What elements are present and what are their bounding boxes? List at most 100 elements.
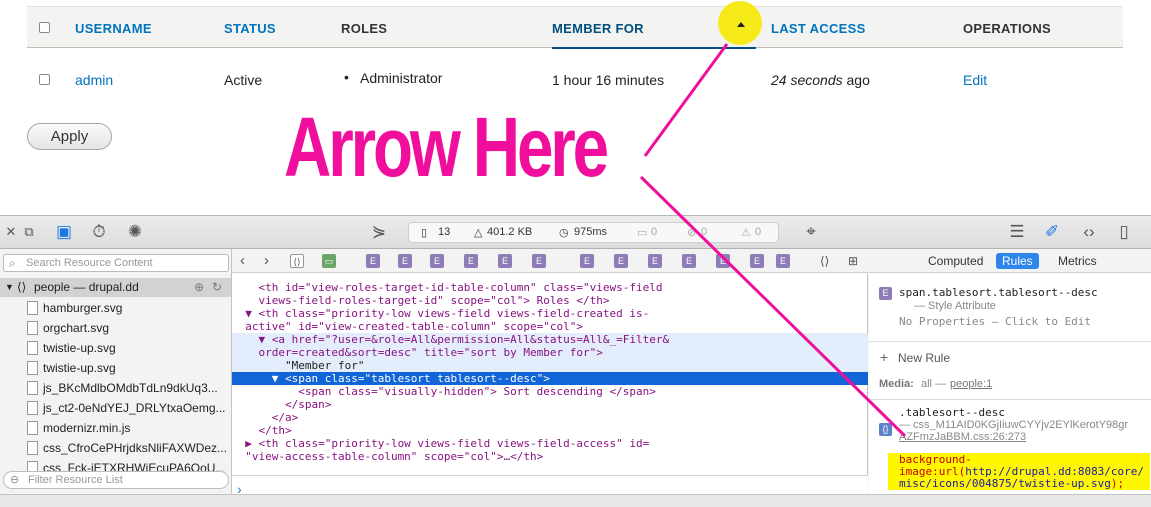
column-header-last-access[interactable]: LAST ACCESS: [771, 21, 866, 36]
dom-node-line[interactable]: active" id="view-created-table-column" s…: [232, 320, 868, 333]
forward-arrow-icon[interactable]: ›: [264, 252, 269, 269]
debugger-icon[interactable]: ✺: [124, 222, 146, 242]
rule-source-line-1[interactable]: — css_M11AID0KGjIiuwCYYjv2EYlKerotY98gr: [899, 419, 1151, 431]
element-crumb-icon[interactable]: E: [532, 254, 546, 268]
sort-descending-icon[interactable]: [737, 22, 745, 27]
dock-icon[interactable]: ⧉: [20, 222, 38, 242]
list-item[interactable]: hamburger.svg: [27, 299, 122, 318]
list-item[interactable]: orgchart.svg: [27, 319, 109, 338]
dom-node-line[interactable]: ▼ <th class="priority-low views-field vi…: [232, 307, 868, 320]
element-crumb-icon[interactable]: E: [648, 254, 662, 268]
element-crumb-icon[interactable]: E: [464, 254, 478, 268]
inspect-element-icon[interactable]: ⌖: [800, 222, 822, 242]
source-toggle-icon[interactable]: ⟨⟩: [820, 254, 829, 268]
dom-node-line[interactable]: </span>: [232, 398, 868, 411]
element-crumb-icon[interactable]: E: [498, 254, 512, 268]
rule-source-line-2[interactable]: AZFmzJaBBM.css:26:273: [899, 431, 1026, 443]
document-icon[interactable]: ▯: [1113, 222, 1135, 242]
back-arrow-icon[interactable]: ‹: [240, 252, 245, 269]
element-crumb-icon[interactable]: E: [716, 254, 730, 268]
select-all-checkbox[interactable]: [39, 22, 50, 33]
filter-icon: ⊖: [10, 474, 20, 486]
path-bar: ‹ › ⟨⟩ ▭ E E E E E E E E E E E E E ⟨⟩ ⊞: [232, 249, 868, 273]
element-crumb-icon[interactable]: E: [366, 254, 380, 268]
dom-node-line[interactable]: "view-access-table-column" scope="col">……: [232, 450, 868, 463]
tab-rules[interactable]: Rules: [996, 253, 1039, 269]
resource-count: 13: [438, 226, 451, 238]
tab-computed[interactable]: Computed: [922, 253, 989, 269]
column-header-member-for[interactable]: MEMBER FOR: [552, 21, 644, 36]
new-rule-button[interactable]: + New Rule: [869, 349, 1151, 369]
media-source-link[interactable]: people:1: [950, 378, 992, 390]
resource-count-icon: ▯: [421, 227, 428, 239]
file-name: twistie-up.svg: [43, 341, 116, 355]
grid-icon[interactable]: ⊞: [848, 254, 858, 268]
disclosure-triangle-icon[interactable]: ▼: [5, 278, 14, 297]
rule-selector: .tablesort--desc: [899, 406, 1005, 419]
active-sort-underline: [552, 47, 756, 49]
last-access-suffix: ago: [842, 72, 870, 88]
element-crumb-icon[interactable]: E: [682, 254, 696, 268]
row-select-checkbox[interactable]: [39, 74, 50, 85]
details-tabs: Computed Rules Metrics: [869, 249, 1151, 273]
html-crumb-icon[interactable]: ▭: [322, 254, 336, 268]
element-crumb-icon[interactable]: E: [398, 254, 412, 268]
resources-icon[interactable]: ▣: [53, 222, 75, 242]
style-details-icon[interactable]: ✐: [1041, 222, 1063, 242]
search-resource-input[interactable]: ⌕ Search Resource Content: [3, 254, 229, 272]
element-crumb-icon[interactable]: E: [614, 254, 628, 268]
annotation-text: Arrow Here: [284, 100, 609, 194]
close-icon[interactable]: ✕: [4, 222, 18, 242]
dom-node-line[interactable]: views-field-roles-target-id" scope="col"…: [232, 294, 868, 307]
dom-node-line[interactable]: </th>: [232, 424, 868, 437]
download-icon[interactable]: ⊕: [194, 278, 204, 297]
dom-node-line[interactable]: <span class="visually-hidden"> Sort desc…: [232, 385, 868, 398]
document-crumb-icon[interactable]: ⟨⟩: [290, 254, 304, 268]
filter-resource-input[interactable]: ⊖ Filter Resource List: [3, 471, 229, 489]
file-icon: [27, 401, 38, 415]
username-link[interactable]: admin: [75, 72, 113, 88]
users-table: USERNAME STATUS ROLES MEMBER FOR LAST AC…: [27, 0, 1123, 150]
element-crumb-icon[interactable]: E: [776, 254, 790, 268]
file-icon: [27, 441, 38, 455]
file-name: twistie-up.svg: [43, 361, 116, 375]
edit-link[interactable]: Edit: [963, 72, 987, 88]
dom-node-line[interactable]: ▼ <a href="?user=&role=All&permission=Al…: [232, 333, 868, 346]
dom-node-line[interactable]: order=created&sort=desc" title="sort by …: [232, 346, 868, 359]
list-item[interactable]: css_Fck-iETXRHWiEcuPA6OoU...: [27, 459, 225, 471]
column-header-username[interactable]: USERNAME: [75, 21, 152, 36]
dom-node-line[interactable]: <th id="view-roles-target-id-table-colum…: [232, 281, 868, 294]
no-properties-hint[interactable]: No Properties — Click to Edit: [899, 315, 1091, 328]
list-item[interactable]: css_CfroCePHrjdksNliFAXWDez...: [27, 439, 227, 458]
dom-node-line-selected[interactable]: ▼ <span class="tablesort tablesort--desc…: [232, 372, 868, 385]
inspector-bottom-bar: [0, 494, 1151, 507]
console-toggle-icon[interactable]: ⋟: [367, 222, 391, 242]
last-access-value: 24 seconds: [771, 72, 843, 88]
element-crumb-icon[interactable]: E: [750, 254, 764, 268]
list-item[interactable]: modernizr.min.js: [27, 419, 130, 438]
code-icon[interactable]: ‹›: [1076, 222, 1102, 242]
size-icon: △: [474, 227, 483, 239]
page-icon: ⟨⟩: [17, 280, 27, 294]
list-item[interactable]: js_BKcMdlbOMdbTdLn9dkUq3...: [27, 379, 218, 398]
list-item[interactable]: js_ct2-0eNdYEJ_DRLYtxaOemg...: [27, 399, 226, 418]
split-view-icon[interactable]: ☰: [1006, 222, 1028, 242]
list-item[interactable]: twistie-up.svg: [27, 359, 116, 378]
timeline-icon[interactable]: ⏱: [88, 222, 110, 242]
tab-metrics[interactable]: Metrics: [1052, 253, 1103, 269]
list-item[interactable]: twistie-up.svg: [27, 339, 116, 358]
dom-node-line[interactable]: </a>: [232, 411, 868, 424]
resource-tree-root[interactable]: ▼ ⟨⟩ people — drupal.dd ⊕ ↻: [0, 278, 231, 297]
style-origin: — Style Attribute: [914, 300, 996, 312]
dom-node-line[interactable]: "Member for": [232, 359, 868, 372]
apply-button[interactable]: Apply: [27, 123, 112, 150]
file-icon: [27, 321, 38, 335]
clock-icon: ◷: [559, 227, 569, 239]
element-crumb-icon[interactable]: E: [580, 254, 594, 268]
column-header-status[interactable]: STATUS: [224, 21, 276, 36]
element-crumb-icon[interactable]: E: [430, 254, 444, 268]
reload-icon[interactable]: ↻: [212, 278, 222, 297]
file-icon: [27, 381, 38, 395]
dom-node-line[interactable]: ▶ <th class="priority-low views-field vi…: [232, 437, 868, 450]
highlighted-declaration[interactable]: background- image:url(http://drupal.dd:8…: [888, 453, 1150, 490]
